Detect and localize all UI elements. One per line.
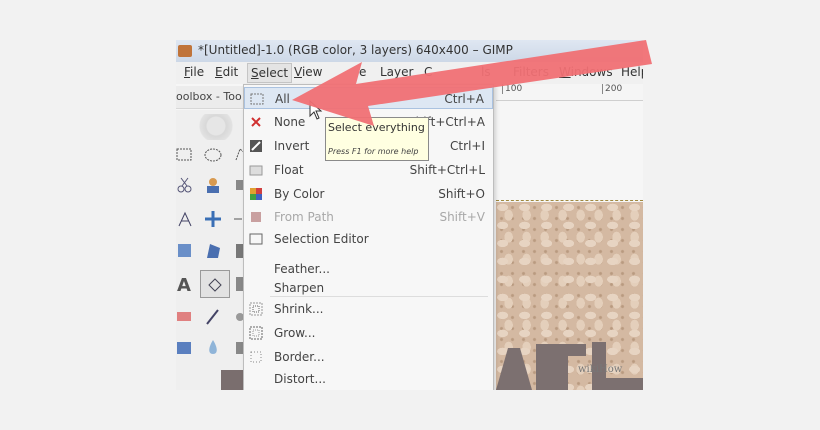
menu-help[interactable]: Help bbox=[621, 65, 643, 79]
ellipse-select-icon[interactable] bbox=[204, 146, 224, 164]
menu-filters[interactable]: Filters bbox=[513, 65, 549, 79]
menu-item-all[interactable]: All Ctrl+A bbox=[244, 87, 493, 109]
menu-colors[interactable]: C bbox=[424, 65, 432, 79]
menu-image[interactable]: e bbox=[359, 65, 366, 79]
rect-select-icon[interactable] bbox=[176, 146, 196, 164]
move-icon[interactable] bbox=[204, 210, 224, 228]
menu-item-sharpen[interactable]: Sharpen bbox=[244, 277, 493, 299]
menu-item-label: From Path bbox=[274, 210, 334, 224]
menu-tools[interactable]: ls bbox=[481, 65, 491, 79]
menu-item-float[interactable]: Float Shift+Ctrl+L bbox=[244, 159, 493, 181]
ruler-tick-label: 200 bbox=[602, 84, 622, 94]
clone-icon[interactable] bbox=[176, 338, 196, 356]
menu-item-selection-editor[interactable]: Selection Editor bbox=[244, 228, 493, 250]
text-tool-icon[interactable]: A bbox=[176, 275, 196, 293]
border-icon bbox=[250, 351, 262, 363]
eraser-icon[interactable] bbox=[176, 307, 196, 325]
menu-item-label: Feather... bbox=[274, 262, 330, 276]
menu-item-shrink[interactable]: Shrink... bbox=[244, 298, 493, 320]
toolbox-title: oolbox - Too bbox=[176, 90, 242, 103]
float-icon bbox=[249, 165, 263, 176]
bucket-icon bbox=[208, 278, 222, 292]
horizontal-ruler[interactable]: 100 200 bbox=[496, 84, 643, 101]
menu-file[interactable]: File bbox=[184, 65, 204, 79]
menu-item-by-color[interactable]: By Color Shift+O bbox=[244, 183, 493, 205]
scissors-icon[interactable] bbox=[176, 176, 196, 194]
window-title: *[Untitled]-1.0 (RGB color, 3 layers) 64… bbox=[198, 43, 513, 57]
menu-edit[interactable]: Edit bbox=[215, 65, 238, 79]
menu-item-shortcut: Shift+V bbox=[439, 210, 485, 224]
title-bar: *[Untitled]-1.0 (RGB color, 3 layers) 64… bbox=[176, 40, 643, 62]
menu-item-label: Sharpen bbox=[274, 281, 325, 295]
mouse-pointer-icon bbox=[309, 100, 323, 120]
menu-item-label: None bbox=[274, 115, 306, 129]
foreground-select-icon[interactable] bbox=[204, 176, 224, 194]
menu-item-shortcut: Ctrl+A bbox=[444, 92, 484, 106]
menu-item-shortcut: Shift+Ctrl+L bbox=[409, 163, 485, 177]
menu-item-label: By Color bbox=[274, 187, 325, 201]
toolbox-header: oolbox - Too bbox=[176, 86, 246, 109]
from-path-icon bbox=[251, 212, 261, 222]
paths-icon[interactable] bbox=[176, 210, 196, 228]
tooltip: Select everything Press F1 for more help bbox=[325, 117, 429, 161]
menu-item-label: Invert bbox=[274, 139, 310, 153]
watermark: wikiHow bbox=[578, 364, 623, 375]
svg-text:A: A bbox=[177, 275, 191, 293]
tooltip-help-text: Press F1 for more help bbox=[328, 147, 419, 156]
rotate-icon[interactable] bbox=[176, 242, 196, 260]
invert-icon bbox=[250, 140, 262, 152]
tooltip-text: Select everything bbox=[328, 121, 425, 134]
shrink-icon bbox=[249, 302, 263, 316]
menu-item-distort[interactable]: Distort... bbox=[244, 368, 493, 390]
gimp-app-icon bbox=[178, 45, 192, 57]
by-color-icon bbox=[250, 188, 262, 200]
gimp-window: *[Untitled]-1.0 (RGB color, 3 layers) 64… bbox=[176, 40, 643, 390]
menu-item-label: Border... bbox=[274, 350, 325, 364]
menu-layer[interactable]: Layer bbox=[380, 65, 413, 79]
menu-item-shortcut: Ctrl+I bbox=[450, 139, 485, 153]
menu-item-border[interactable]: Border... bbox=[244, 346, 493, 368]
selection-editor-icon bbox=[249, 233, 263, 245]
menu-item-label: Grow... bbox=[274, 326, 316, 340]
grow-icon bbox=[249, 326, 263, 340]
blur-icon[interactable] bbox=[204, 338, 224, 356]
foreground-color-swatch[interactable] bbox=[221, 370, 245, 390]
menu-item-label: Float bbox=[274, 163, 304, 177]
wilber-logo bbox=[176, 114, 246, 140]
bucket-fill-tool-selected[interactable] bbox=[200, 270, 230, 298]
menu-item-from-path: From Path Shift+V bbox=[244, 206, 493, 228]
perspective-icon[interactable] bbox=[204, 242, 224, 260]
menu-view[interactable]: View bbox=[294, 65, 322, 79]
menu-item-shortcut: Shift+O bbox=[438, 187, 485, 201]
ruler-tick-label: 100 bbox=[502, 84, 522, 94]
none-x-icon bbox=[251, 117, 261, 127]
menu-windows[interactable]: Windows bbox=[559, 65, 613, 79]
menu-bar: File Edit Select View e Layer C ls Filte… bbox=[176, 62, 643, 84]
select-all-icon bbox=[250, 93, 264, 105]
menu-item-label: Distort... bbox=[274, 372, 326, 386]
menu-item-label: Shrink... bbox=[274, 302, 324, 316]
menu-item-label: All bbox=[275, 92, 290, 106]
toolbox-panel: A bbox=[176, 110, 247, 390]
menu-item-grow[interactable]: Grow... bbox=[244, 322, 493, 344]
menu-item-label: Selection Editor bbox=[274, 232, 369, 246]
airbrush-icon[interactable] bbox=[204, 307, 224, 325]
menu-select[interactable]: Select bbox=[247, 63, 293, 83]
